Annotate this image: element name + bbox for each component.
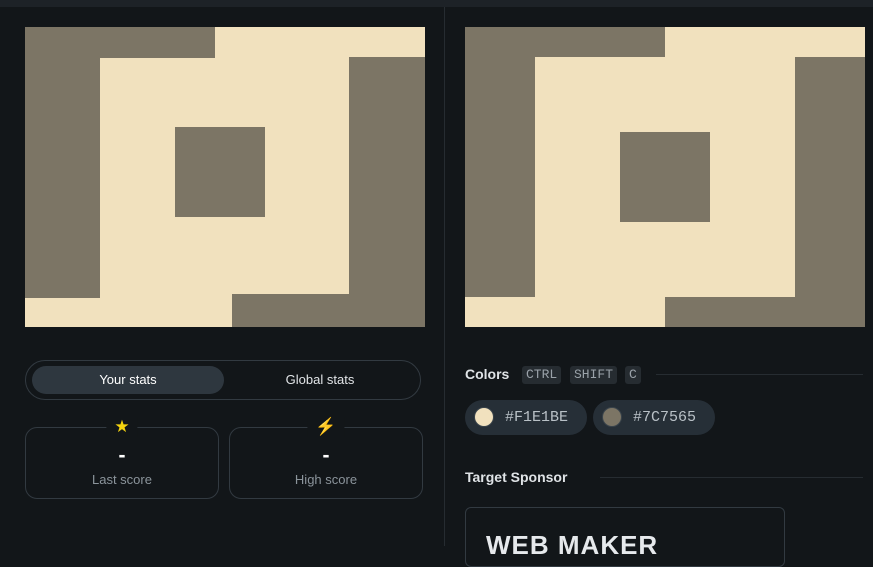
output-shape-left-bar — [25, 27, 100, 298]
last-score-value: - — [118, 444, 126, 467]
colors-divider — [656, 374, 863, 375]
top-bar — [0, 0, 873, 7]
output-preview[interactable] — [25, 27, 425, 327]
shortcut-key-shift: SHIFT — [570, 366, 618, 384]
color-swatch-light — [474, 407, 494, 427]
target-shape-left-bar — [465, 27, 535, 297]
shortcut-key-ctrl: CTRL — [522, 366, 562, 384]
sponsor-card[interactable]: WEB MAKER — [465, 507, 785, 567]
color-hex-light: #F1E1BE — [505, 409, 569, 426]
high-score-label: High score — [294, 472, 358, 487]
last-score-label: Last score — [92, 472, 152, 487]
color-hex-dark: #7C7565 — [633, 409, 697, 426]
color-chip-dark[interactable]: #7C7565 — [593, 400, 715, 435]
color-swatch-dark — [602, 407, 622, 427]
lightning-icon: ⚡ — [307, 417, 345, 437]
tab-global-stats[interactable]: Global stats — [224, 366, 416, 394]
panel-divider — [444, 7, 445, 546]
target-shape-right-bar — [795, 57, 865, 327]
sponsor-title: Target Sponsor — [465, 469, 568, 485]
sponsor-divider — [600, 477, 863, 478]
output-shape-right-bar — [349, 57, 425, 327]
target-preview — [465, 27, 865, 327]
stats-toggle: Your stats Global stats — [25, 360, 421, 400]
tab-your-stats[interactable]: Your stats — [32, 366, 224, 394]
high-score-value: - — [322, 444, 330, 467]
last-score-card: ★ - Last score — [25, 417, 219, 499]
output-shape-bottom-bar — [232, 294, 425, 327]
target-shape-center-square — [620, 132, 710, 222]
output-shape-center-square — [175, 127, 265, 217]
color-chip-light[interactable]: #F1E1BE — [465, 400, 587, 435]
target-shape-bottom-bar — [665, 297, 865, 327]
star-icon: ★ — [106, 417, 138, 437]
high-score-card: ⚡ - High score — [229, 417, 423, 499]
colors-title: Colors — [465, 366, 510, 382]
shortcut-key-c: C — [625, 366, 641, 384]
